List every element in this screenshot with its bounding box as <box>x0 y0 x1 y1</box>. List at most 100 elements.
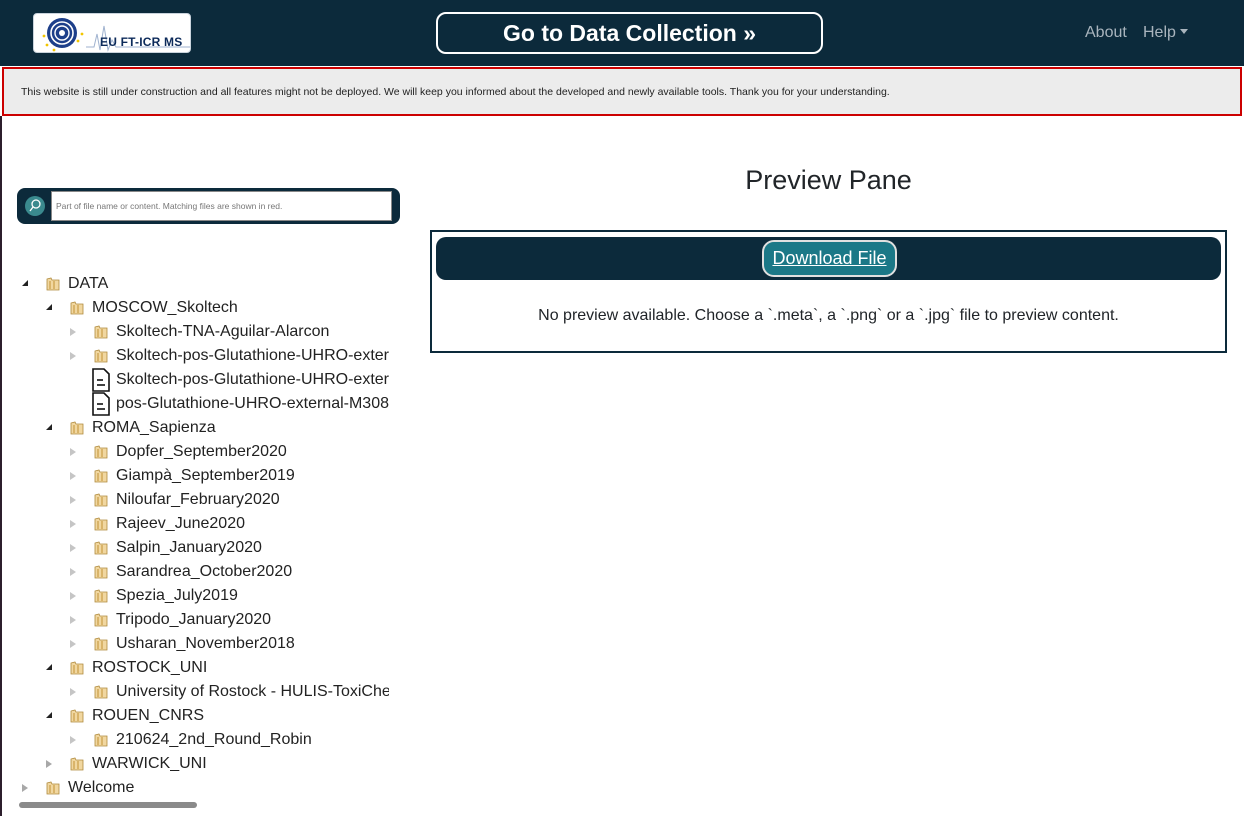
folder-icon <box>94 613 108 627</box>
expanded-toggle-icon[interactable] <box>46 304 52 310</box>
tree-item-label: Niloufar_February2020 <box>116 491 280 508</box>
tree-item-label: Giampà_September2019 <box>116 467 295 484</box>
tree-item-label: Sarandrea_October2020 <box>116 563 293 580</box>
tree-folder-item[interactable]: MOSCOW_Skoltech <box>17 296 389 320</box>
file-tree-viewport[interactable]: DATA MOSCOW_Skoltech Skoltech-TNA-Aguilar-… <box>17 272 389 802</box>
tree-horizontal-scrollbar[interactable] <box>19 802 197 808</box>
download-file-button[interactable]: Download File <box>762 240 897 277</box>
site-logo[interactable]: EU FT-ICR MS <box>33 13 191 53</box>
collapsed-toggle-icon[interactable] <box>70 448 76 456</box>
folder-icon <box>94 349 108 363</box>
collapsed-toggle-icon[interactable] <box>70 640 76 648</box>
expanded-toggle-icon[interactable] <box>46 664 52 670</box>
go-to-data-collection-button[interactable]: Go to Data Collection » <box>436 12 823 54</box>
folder-icon <box>94 637 108 651</box>
tree-folder-item[interactable]: Skoltech-TNA-Aguilar-Alarcon <box>17 320 389 344</box>
file-icon <box>92 392 110 416</box>
tree-item-label: Skoltech-TNA-Aguilar-Alarcon <box>116 323 330 340</box>
tree-item-label: Welcome <box>68 779 135 796</box>
expanded-toggle-icon[interactable] <box>46 424 52 430</box>
collapsed-toggle-icon[interactable] <box>70 352 76 360</box>
chevron-down-icon <box>1179 29 1188 34</box>
tree-folder-item[interactable]: Salpin_January2020 <box>17 536 389 560</box>
preview-pane: Download File No preview available. Choo… <box>430 230 1227 353</box>
collapsed-toggle-icon[interactable] <box>70 568 76 576</box>
collapsed-toggle-icon[interactable] <box>70 592 76 600</box>
folder-icon <box>70 757 84 771</box>
tree-folder-item[interactable]: DATA <box>17 272 389 296</box>
tree-item-label: Spezia_July2019 <box>116 587 238 604</box>
tree-item-label: University of Rostock - HULIS-ToxiChem <box>116 683 389 700</box>
tree-folder-item[interactable]: ROMA_Sapienza <box>17 416 389 440</box>
folder-icon <box>70 661 84 675</box>
collapsed-toggle-icon[interactable] <box>70 736 76 744</box>
tree-item-label: DATA <box>68 275 109 292</box>
collapsed-toggle-icon[interactable] <box>70 616 76 624</box>
folder-icon <box>94 325 108 339</box>
search-bar <box>17 188 400 224</box>
tree-item-label: Rajeev_June2020 <box>116 515 245 532</box>
folder-icon <box>94 541 108 555</box>
expanded-toggle-icon[interactable] <box>22 280 28 286</box>
tree-folder-item[interactable]: Giampà_September2019 <box>17 464 389 488</box>
folder-icon <box>46 781 60 795</box>
tree-folder-item[interactable]: Usharan_November2018 <box>17 632 389 656</box>
collapsed-toggle-icon[interactable] <box>70 328 76 336</box>
alert-text: This website is still under construction… <box>21 86 890 98</box>
folder-icon <box>70 301 84 315</box>
tree-folder-item[interactable]: University of Rostock - HULIS-ToxiChem <box>17 680 389 704</box>
nav-about-link[interactable]: About <box>1085 24 1127 42</box>
tree-folder-item[interactable]: Skoltech-pos-Glutathione-UHRO-external <box>17 344 389 368</box>
tree-file-item[interactable]: pos-Glutathione-UHRO-external-M308 <box>17 392 389 416</box>
search-icon[interactable] <box>25 196 45 216</box>
folder-icon <box>94 517 108 531</box>
folder-icon <box>94 469 108 483</box>
collapsed-toggle-icon[interactable] <box>22 784 28 792</box>
tree-item-label: ROSTOCK_UNI <box>92 659 208 676</box>
tree-folder-item[interactable]: Sarandrea_October2020 <box>17 560 389 584</box>
tree-folder-item[interactable]: Niloufar_February2020 <box>17 488 389 512</box>
tree-item-label: Tripodo_January2020 <box>116 611 272 628</box>
folder-icon <box>46 277 60 291</box>
construction-alert: This website is still under construction… <box>2 67 1242 116</box>
tree-folder-item[interactable]: Dopfer_September2020 <box>17 440 389 464</box>
collapsed-toggle-icon[interactable] <box>70 496 76 504</box>
download-bar: Download File <box>436 237 1221 280</box>
tree-folder-item[interactable]: WARWICK_UNI <box>17 752 389 776</box>
tree-item-label: ROMA_Sapienza <box>92 419 216 436</box>
tree-folder-item[interactable]: Spezia_July2019 <box>17 584 389 608</box>
left-edge-strip <box>0 116 2 816</box>
tree-folder-item[interactable]: ROSTOCK_UNI <box>17 656 389 680</box>
collapsed-toggle-icon[interactable] <box>70 472 76 480</box>
collapsed-toggle-icon[interactable] <box>70 544 76 552</box>
folder-icon <box>94 685 108 699</box>
tree-folder-item[interactable]: Welcome <box>17 776 389 800</box>
search-input[interactable] <box>51 191 392 221</box>
tree-folder-item[interactable]: Rajeev_June2020 <box>17 512 389 536</box>
tree-folder-item[interactable]: ROUEN_CNRS <box>17 704 389 728</box>
folder-icon <box>94 589 108 603</box>
file-tree: DATA MOSCOW_Skoltech Skoltech-TNA-Aguilar-… <box>17 272 400 812</box>
folder-icon <box>70 709 84 723</box>
tree-item-label: WARWICK_UNI <box>92 755 207 772</box>
collapsed-toggle-icon[interactable] <box>70 688 76 696</box>
folder-icon <box>94 733 108 747</box>
folder-icon <box>94 493 108 507</box>
folder-icon <box>94 565 108 579</box>
file-icon <box>92 368 110 392</box>
preview-message: No preview available. Choose a `.meta`, … <box>538 307 1119 324</box>
collapsed-toggle-icon[interactable] <box>70 520 76 528</box>
nav-help-dropdown[interactable]: Help <box>1143 24 1188 42</box>
top-navbar: EU FT-ICR MS Go to Data Collection » Abo… <box>0 0 1244 66</box>
tree-item-label: Skoltech-pos-Glutathione-UHRO-external <box>116 371 389 388</box>
tree-item-label: ROUEN_CNRS <box>92 707 205 724</box>
tree-folder-item[interactable]: Tripodo_January2020 <box>17 608 389 632</box>
expanded-toggle-icon[interactable] <box>46 712 52 718</box>
tree-item-label: MOSCOW_Skoltech <box>92 299 238 316</box>
collapsed-toggle-icon[interactable] <box>46 760 52 768</box>
tree-folder-item[interactable]: 210624_2nd_Round_Robin <box>17 728 389 752</box>
folder-icon <box>94 445 108 459</box>
tree-file-item[interactable]: Skoltech-pos-Glutathione-UHRO-external <box>17 368 389 392</box>
tree-item-label: 210624_2nd_Round_Robin <box>116 731 312 748</box>
tree-item-label: Usharan_November2018 <box>116 635 295 652</box>
